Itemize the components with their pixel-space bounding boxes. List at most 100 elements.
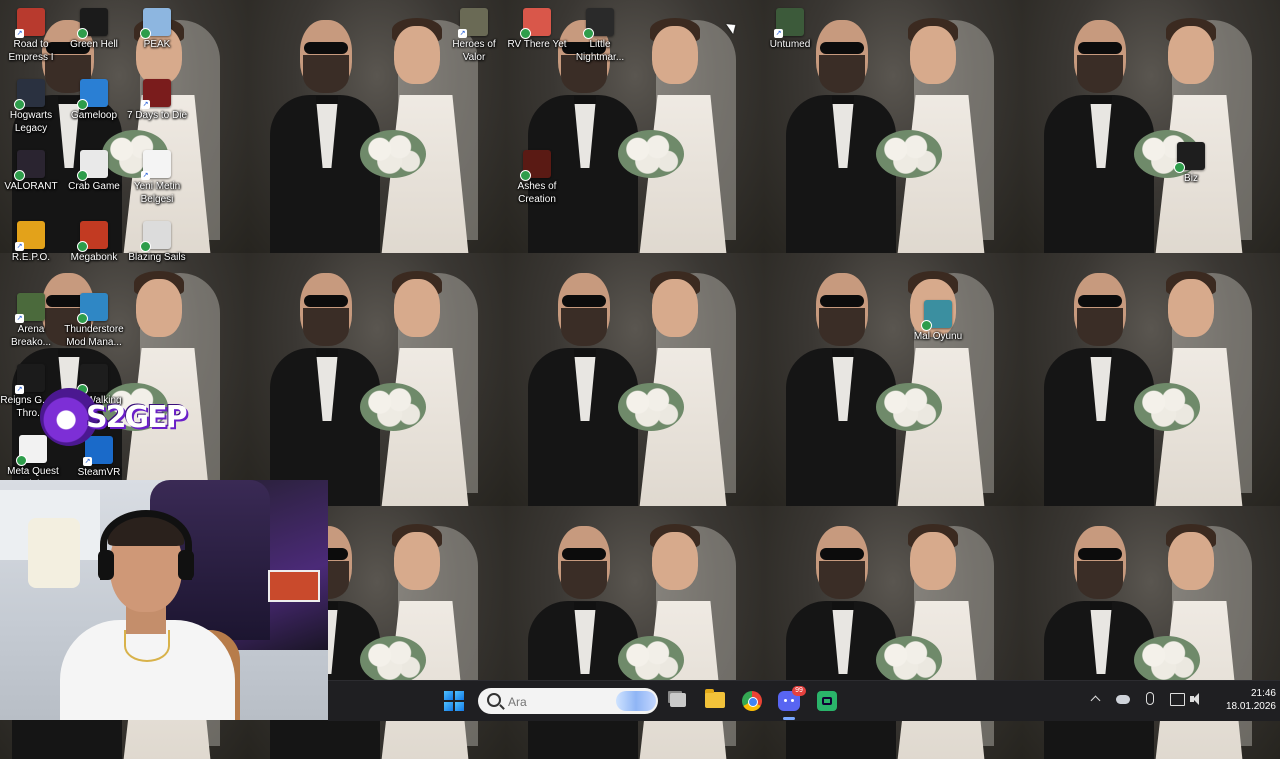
desktop-icon[interactable]: ↗ Heroes of Valor — [441, 4, 507, 64]
shortcut-arrow-icon: ↗ — [15, 385, 24, 394]
desktop-icon[interactable]: ↗ Arena Breako... — [0, 289, 64, 349]
desktop-icon[interactable]: Blazing Sails — [124, 217, 190, 264]
desktop-icon[interactable]: ↗ Yeni Metin Belgesi — [124, 146, 190, 206]
game-icon — [77, 150, 108, 181]
webcam-overlay — [0, 480, 328, 720]
game-icon — [921, 300, 952, 331]
desktop-icon-label: Mal Oyunu — [913, 331, 963, 342]
game-icon — [520, 8, 551, 39]
wallpaper-photo-tile — [764, 506, 1022, 759]
network-icon[interactable] — [1170, 693, 1185, 706]
desktop-icon[interactable]: PEAK — [124, 4, 190, 51]
game-icon — [77, 8, 108, 39]
wallpaper-photo-tile — [1022, 506, 1280, 759]
wallpaper-photo-tile — [506, 253, 764, 506]
game-icon: ↗ — [15, 8, 45, 38]
desktop-icon-label: 7 Days to Die — [126, 110, 188, 121]
text-document-icon: ↗ — [141, 150, 171, 180]
desktop-icon[interactable]: RV There Yet — [504, 4, 570, 51]
desktop-icon-label: Green Hell — [70, 39, 118, 50]
sync-status-icon — [77, 241, 88, 252]
stream-overlay-logo: S2GEP — [40, 388, 188, 450]
game-icon: ↗ — [15, 221, 45, 251]
desktop-icon-label: Blazing Sails — [128, 252, 186, 263]
game-icon: ↗ — [141, 79, 171, 109]
taskbar: 99 21:46 18.01.2026 — [328, 680, 1280, 721]
desktop-icon-label: SteamVR — [77, 467, 121, 478]
search-icon — [487, 693, 501, 707]
desktop-icon[interactable]: ↗ Untumed — [757, 4, 823, 51]
game-icon: ↗ — [774, 8, 804, 38]
sync-status-icon — [520, 170, 531, 181]
desktop-icon-label: Crab Game — [68, 181, 120, 192]
desktop-icon-label: Untumed — [769, 39, 811, 50]
desktop-icon[interactable]: VALORANT — [0, 146, 64, 193]
sync-status-icon — [140, 28, 151, 39]
desktop-icon-label: Yeni Metin Belgesi — [133, 181, 181, 205]
desktop-icon-label: Road to Empress I — [8, 39, 54, 63]
sync-status-icon — [77, 170, 88, 181]
game-icon — [520, 150, 551, 181]
desktop-icon-label: Biz — [1184, 173, 1198, 184]
webcam-jersey — [28, 518, 80, 588]
logo-text: S2GEP — [86, 400, 188, 435]
desktop-icon[interactable]: Ashes of Creation — [504, 146, 570, 206]
desktop-icon[interactable]: Hogwarts Legacy — [0, 75, 64, 135]
taskbar-search-box[interactable] — [478, 688, 658, 714]
show-hidden-icons-chevron-icon[interactable] — [1090, 693, 1100, 703]
shortcut-arrow-icon: ↗ — [774, 29, 783, 38]
taskbar-clock[interactable]: 21:46 18.01.2026 — [1208, 687, 1276, 713]
headset-cup-left — [98, 550, 114, 580]
wallpaper-photo-tile — [506, 506, 764, 759]
desktop-icon-label: VALORANT — [4, 181, 58, 192]
discord-icon[interactable]: 99 — [778, 686, 806, 711]
microphone-icon[interactable] — [1146, 692, 1154, 705]
wallpaper-photo-tile — [764, 253, 1022, 506]
shortcut-arrow-icon: ↗ — [141, 171, 150, 180]
desktop-icon-label: PEAK — [143, 39, 171, 50]
sync-status-icon — [77, 99, 88, 110]
desktop-icon[interactable]: Green Hell — [61, 4, 127, 51]
onedrive-icon[interactable] — [1116, 695, 1130, 704]
desktop-icon[interactable]: Crab Game — [61, 146, 127, 193]
desktop-icon-label: Gameloop — [70, 110, 118, 121]
volume-icon[interactable] — [1190, 692, 1204, 706]
game-icon — [14, 79, 45, 110]
game-icon: ↗ — [458, 8, 488, 38]
sync-status-icon — [77, 313, 88, 324]
sync-status-icon — [140, 241, 151, 252]
clock-date: 18.01.2026 — [1225, 701, 1276, 712]
desktop-icon[interactable]: Mal Oyunu — [905, 296, 971, 343]
wallpaper-photo-tile — [1022, 253, 1280, 506]
sync-status-icon — [16, 455, 27, 466]
game-icon — [77, 79, 108, 110]
shortcut-arrow-icon: ↗ — [15, 242, 24, 251]
sync-status-icon — [14, 99, 25, 110]
game-icon — [140, 8, 171, 39]
game-icon — [77, 293, 108, 324]
shortcut-arrow-icon: ↗ — [83, 457, 92, 466]
chrome-icon[interactable] — [742, 691, 762, 711]
task-view-icon[interactable] — [670, 693, 686, 707]
desktop-icon[interactable]: Megabonk — [61, 217, 127, 264]
search-input[interactable] — [506, 691, 610, 713]
sync-status-icon — [921, 320, 932, 331]
desktop-icon[interactable]: ↗ R.E.P.O. — [0, 217, 64, 264]
desktop-icon[interactable]: Thunderstore Mod Mana... — [61, 289, 127, 349]
shortcut-arrow-icon: ↗ — [141, 100, 150, 109]
file-explorer-icon[interactable] — [705, 689, 725, 708]
desktop-icon[interactable]: ↗ 7 Days to Die — [124, 75, 190, 122]
app-icon[interactable] — [817, 691, 837, 711]
desktop-icon[interactable]: ↗ Road to Empress I — [0, 4, 64, 64]
webcam-necklace — [124, 630, 170, 662]
desktop-icon[interactable]: Little Nightmar... — [567, 4, 633, 64]
game-icon — [77, 221, 108, 252]
desktop-icon-label: Little Nightmar... — [575, 39, 625, 63]
desktop-icon[interactable]: Gameloop — [61, 75, 127, 122]
windows-start-icon[interactable] — [444, 691, 464, 711]
wallpaper-photo-tile — [1022, 0, 1280, 253]
desktop-icon[interactable]: Biz — [1158, 138, 1224, 185]
sync-status-icon — [14, 170, 25, 181]
shortcut-arrow-icon: ↗ — [15, 314, 24, 323]
desktop-icon-label: Heroes of Valor — [452, 39, 496, 63]
